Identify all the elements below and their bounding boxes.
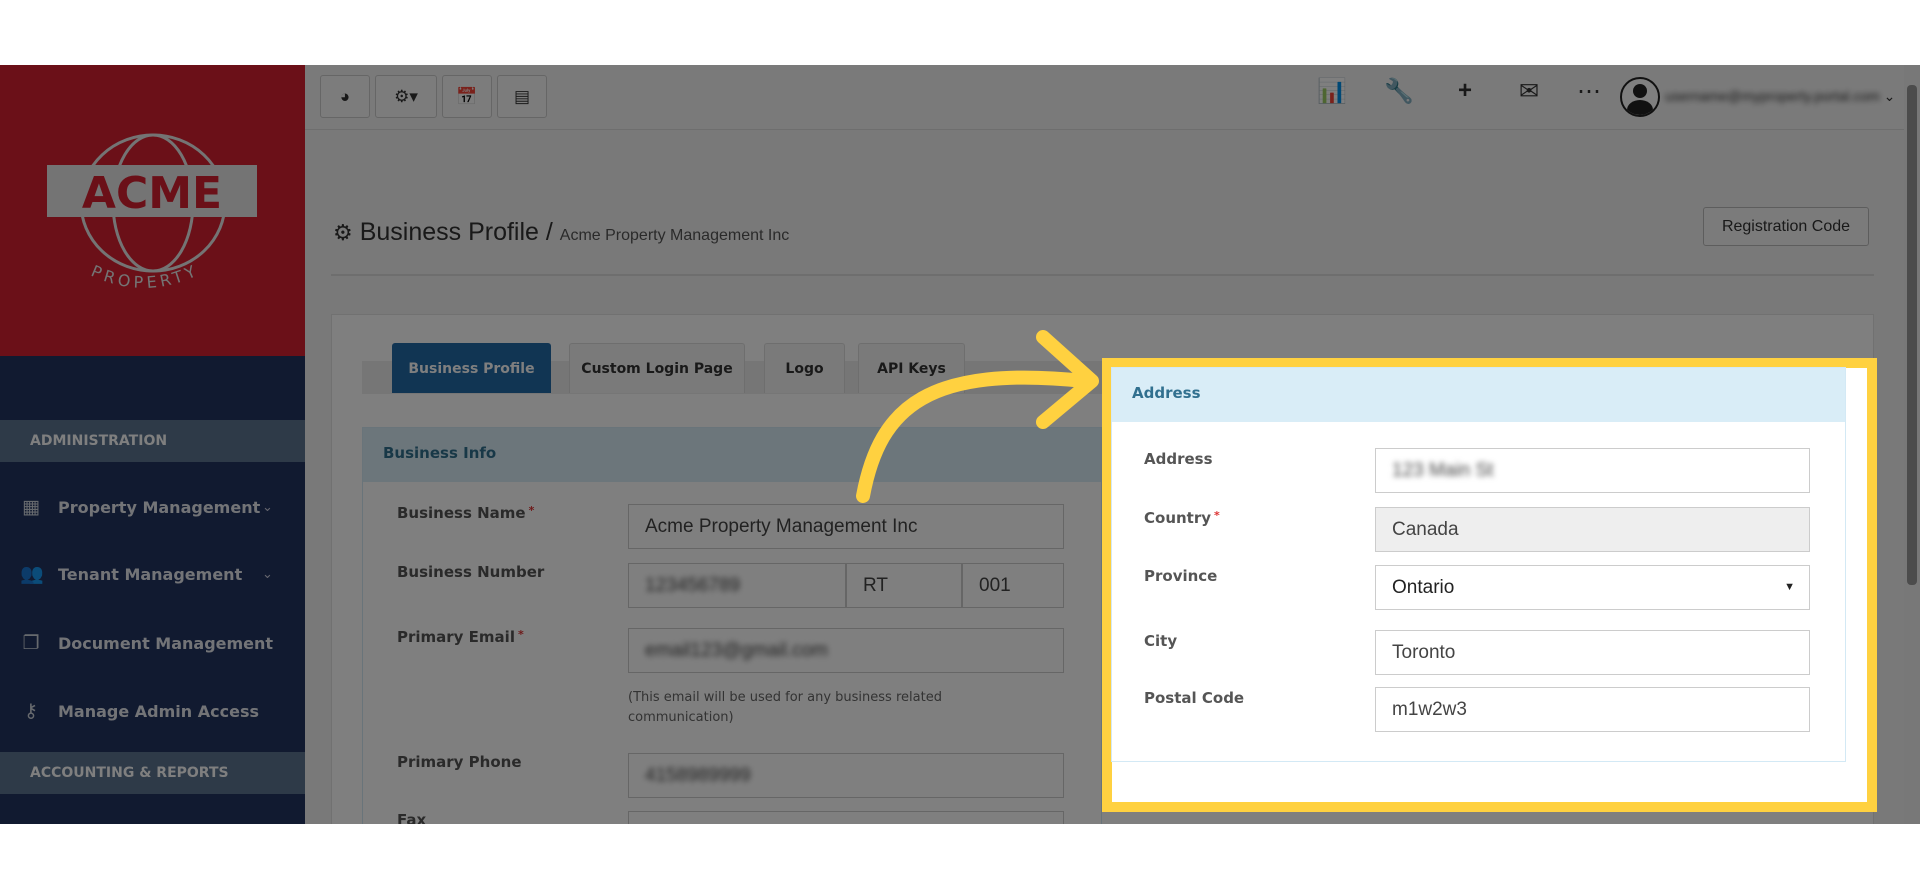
pointer-arrow-icon — [856, 330, 1099, 503]
app-frame: ACME PROPERTY ADMINISTRATION ▦Property M… — [0, 65, 1920, 824]
